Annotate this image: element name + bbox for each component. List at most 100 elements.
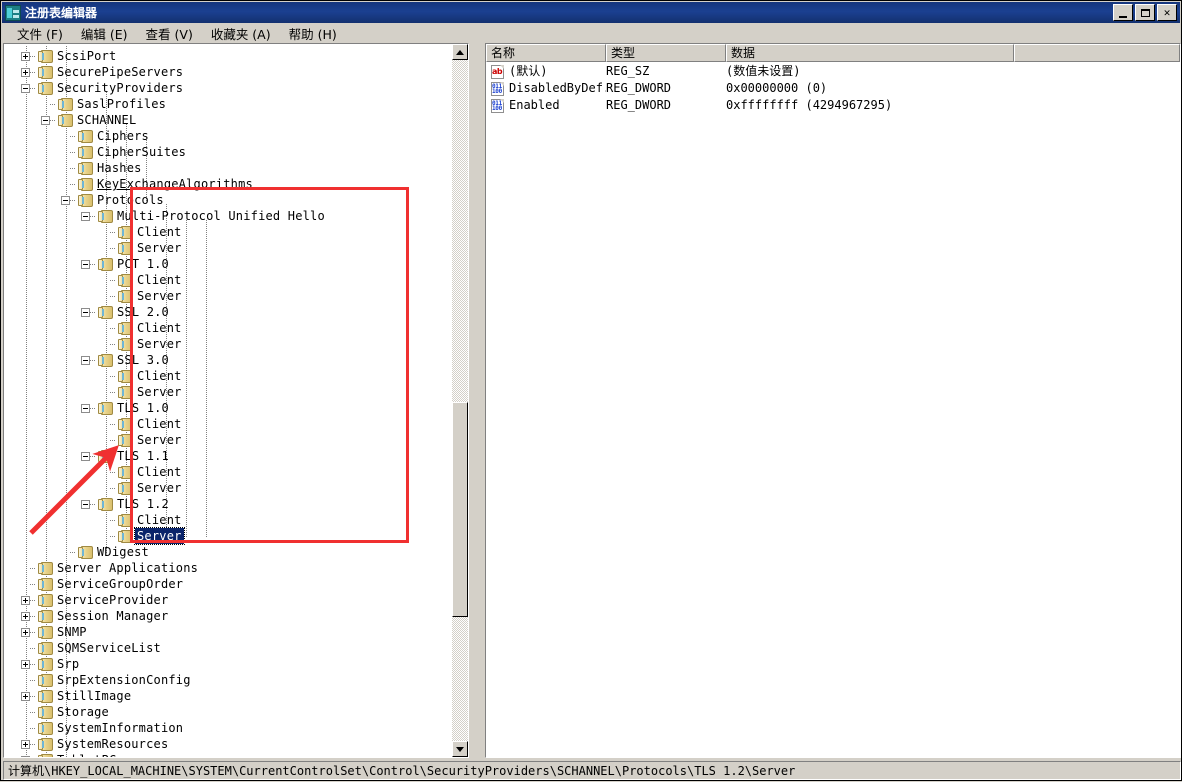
- tree-node[interactable]: ServiceProvider: [21, 592, 170, 608]
- tree-node-label[interactable]: TLS 1.1: [115, 448, 171, 464]
- tree-node[interactable]: SaslProfiles: [41, 96, 168, 112]
- tree-node-label[interactable]: SNMP: [55, 624, 89, 640]
- tree-node-label[interactable]: Storage: [55, 704, 111, 720]
- tree-node-label[interactable]: SrpExtensionConfig: [55, 672, 193, 688]
- tree-node[interactable]: Client: [101, 272, 184, 288]
- tree-node[interactable]: Server: [101, 527, 185, 545]
- tree-node-label[interactable]: SystemInformation: [55, 720, 185, 736]
- tree-node-label[interactable]: Server: [135, 480, 184, 496]
- tree-node[interactable]: Session Manager: [21, 608, 170, 624]
- tree-node-label[interactable]: Client: [135, 464, 184, 480]
- tree-node-label[interactable]: Client: [135, 512, 184, 528]
- tree-node[interactable]: ScsiPort: [21, 48, 118, 64]
- expand-icon[interactable]: [21, 595, 30, 605]
- maximize-button[interactable]: [1135, 4, 1155, 21]
- tree-node-label[interactable]: Client: [135, 224, 184, 240]
- value-row[interactable]: 011100DisabledByDef...REG_DWORD 0x0000000…: [486, 80, 1180, 97]
- tree-node[interactable]: Client: [101, 464, 184, 480]
- tree-node-label[interactable]: Server: [135, 240, 184, 256]
- tree-node[interactable]: KeyExchangeAlgorithms: [61, 176, 255, 192]
- collapse-icon[interactable]: [81, 355, 90, 365]
- tree-node-label[interactable]: WDigest: [95, 544, 151, 560]
- tree-node[interactable]: WDigest: [61, 544, 151, 560]
- tree-node[interactable]: Server: [101, 240, 184, 256]
- tree-node-label[interactable]: Session Manager: [55, 608, 170, 624]
- collapse-icon[interactable]: [81, 499, 90, 509]
- tree-node[interactable]: Srp: [21, 656, 81, 672]
- collapse-icon[interactable]: [81, 451, 90, 461]
- tree-node-label[interactable]: SSL 2.0: [115, 304, 171, 320]
- menu-file[interactable]: 文件 (F): [8, 22, 72, 45]
- expand-icon[interactable]: [21, 755, 30, 757]
- tree-node[interactable]: Server: [101, 288, 184, 304]
- tree-node[interactable]: SQMServiceList: [21, 640, 163, 656]
- tree-node[interactable]: Server: [101, 336, 184, 352]
- tree-node[interactable]: SecurityProviders: [21, 80, 185, 96]
- tree-node[interactable]: SystemInformation: [21, 720, 185, 736]
- expand-icon[interactable]: [21, 627, 30, 637]
- collapse-icon[interactable]: [81, 259, 90, 269]
- tree-node-label[interactable]: CipherSuites: [95, 144, 188, 160]
- expand-icon[interactable]: [21, 51, 30, 61]
- scroll-up-button[interactable]: [452, 44, 468, 60]
- tree-node[interactable]: SCHANNEL: [41, 112, 138, 128]
- tree-node-label[interactable]: Client: [135, 368, 184, 384]
- tree-node-label[interactable]: SecurityProviders: [55, 80, 185, 96]
- tree-node[interactable]: Client: [101, 512, 184, 528]
- tree-node[interactable]: TLS 1.2: [81, 496, 171, 512]
- tree-node-label[interactable]: Server Applications: [55, 560, 200, 576]
- tree-node-label[interactable]: SystemResources: [55, 736, 170, 752]
- tree-node[interactable]: SecurePipeServers: [21, 64, 185, 80]
- expand-icon[interactable]: [21, 739, 30, 749]
- tree-node-label[interactable]: SaslProfiles: [75, 96, 168, 112]
- tree-node[interactable]: Client: [101, 368, 184, 384]
- tree-node-label[interactable]: Hashes: [95, 160, 144, 176]
- value-name[interactable]: DisabledByDef...: [509, 80, 606, 97]
- tree-node-label[interactable]: Server: [135, 288, 184, 304]
- tree-node-label[interactable]: SSL 3.0: [115, 352, 171, 368]
- collapse-icon[interactable]: [41, 115, 50, 125]
- tree-node-label[interactable]: PCT 1.0: [115, 256, 171, 272]
- scrollbar-track[interactable]: [452, 60, 468, 741]
- close-button[interactable]: ✕: [1157, 4, 1177, 21]
- tree-node[interactable]: SystemResources: [21, 736, 170, 752]
- tree-node-label[interactable]: SQMServiceList: [55, 640, 163, 656]
- menu-edit[interactable]: 编辑 (E): [72, 22, 137, 45]
- value-name[interactable]: (默认): [509, 63, 606, 80]
- tree-node-label[interactable]: Client: [135, 320, 184, 336]
- tree-vertical-scrollbar[interactable]: [452, 44, 468, 757]
- collapse-icon[interactable]: [81, 211, 90, 221]
- tree-node[interactable]: SNMP: [21, 624, 89, 640]
- tree-node[interactable]: PCT 1.0: [81, 256, 171, 272]
- tree-node-label[interactable]: Server: [135, 384, 184, 400]
- tree-node-label[interactable]: Client: [135, 272, 184, 288]
- tree-node[interactable]: Client: [101, 320, 184, 336]
- expand-icon[interactable]: [21, 659, 30, 669]
- column-header[interactable]: [1014, 44, 1180, 62]
- tree-node[interactable]: Server: [101, 432, 184, 448]
- tree-node[interactable]: SSL 3.0: [81, 352, 171, 368]
- tree-node[interactable]: Server: [101, 480, 184, 496]
- tree-node-label[interactable]: Srp: [55, 656, 81, 672]
- tree-node-label[interactable]: TLS 1.0: [115, 400, 171, 416]
- registry-tree[interactable]: ScsiPort SecurePipeServers SecurityProvide…: [4, 44, 456, 757]
- tree-node[interactable]: CipherSuites: [61, 144, 188, 160]
- tree-node-label[interactable]: ServiceGroupOrder: [55, 576, 185, 592]
- expand-icon[interactable]: [21, 611, 30, 621]
- tree-node[interactable]: Protocols: [61, 192, 166, 208]
- registry-tree-pane[interactable]: ScsiPort SecurePipeServers SecurityProvide…: [3, 43, 469, 758]
- tree-node-label-selected[interactable]: Server: [134, 527, 185, 545]
- tree-node[interactable]: Server Applications: [21, 560, 200, 576]
- tree-node[interactable]: TLS 1.1: [81, 448, 171, 464]
- column-header[interactable]: 名称: [486, 44, 606, 62]
- tree-node[interactable]: SSL 2.0: [81, 304, 171, 320]
- tree-node[interactable]: Server: [101, 384, 184, 400]
- value-row[interactable]: 011 100 Enabled REG_DWORD 0xffffffff (429496…: [486, 97, 1180, 114]
- menu-help[interactable]: 帮助 (H): [280, 22, 346, 45]
- tree-node-label[interactable]: Ciphers: [95, 128, 151, 144]
- scroll-down-button[interactable]: [452, 741, 468, 757]
- column-header[interactable]: 类型: [606, 44, 726, 62]
- value-row[interactable]: ab (默认) REG_SZ (数值未设置): [486, 63, 1180, 80]
- tree-node[interactable]: TLS 1.0: [81, 400, 171, 416]
- collapse-icon[interactable]: [81, 307, 90, 317]
